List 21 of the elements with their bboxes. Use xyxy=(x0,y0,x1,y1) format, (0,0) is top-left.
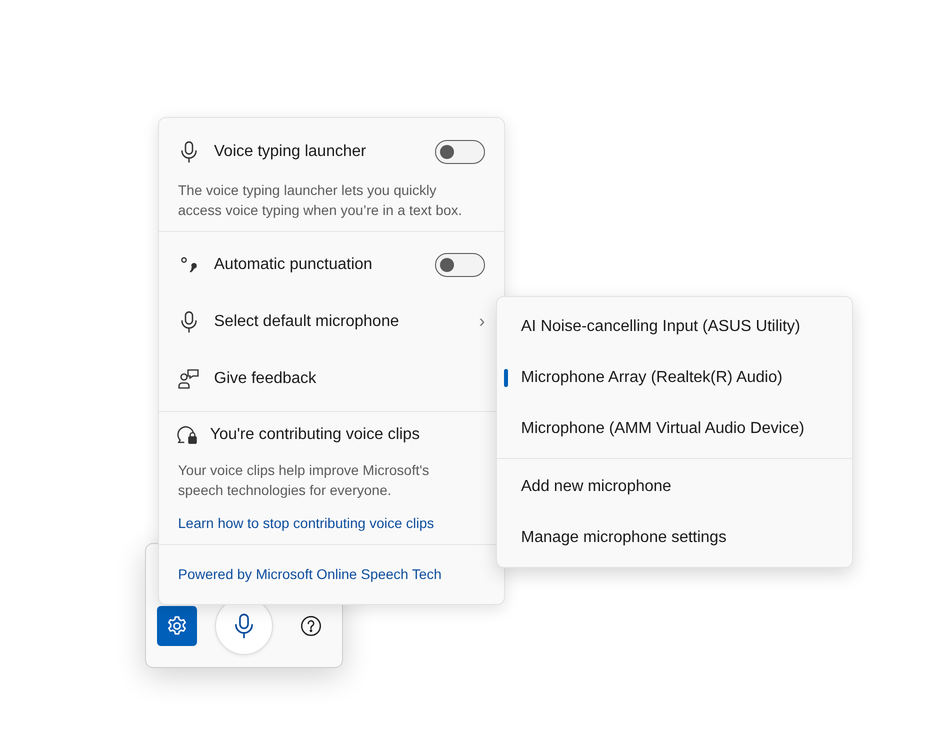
setting-label: Automatic punctuation xyxy=(214,254,374,274)
microphone-icon xyxy=(180,310,198,332)
punctuation-icon xyxy=(180,256,198,274)
settings-button[interactable] xyxy=(157,606,197,646)
section-heading: You're contributing voice clips xyxy=(210,425,420,445)
powered-by-link[interactable]: Powered by Microsoft Online Speech Tech xyxy=(178,564,442,585)
menu-item[interactable]: Manage microphone settings xyxy=(497,512,852,563)
contribution-description: Your voice clips help improve Microsoft's speech technologies for everyone. xyxy=(177,461,430,500)
menu-item[interactable]: Add new microphone xyxy=(497,461,852,512)
help-icon xyxy=(301,616,321,636)
toggle-switch[interactable] xyxy=(435,252,485,276)
learn-more-link[interactable]: Learn how to stop contributing voice clips xyxy=(178,513,434,534)
speech-bubble-lock-icon xyxy=(176,424,198,446)
microphone-icon xyxy=(235,613,253,639)
chevron-icon: › xyxy=(479,308,485,335)
feedback-icon xyxy=(178,368,200,388)
microphone-icon xyxy=(180,140,198,162)
setting-description: The voice typing launcher lets you quickly access voice typing when you’re in a text box. xyxy=(177,181,464,220)
setting-label: Voice typing launcher xyxy=(214,142,368,162)
settings-icon xyxy=(167,616,187,636)
toggle-switch[interactable] xyxy=(435,140,485,164)
